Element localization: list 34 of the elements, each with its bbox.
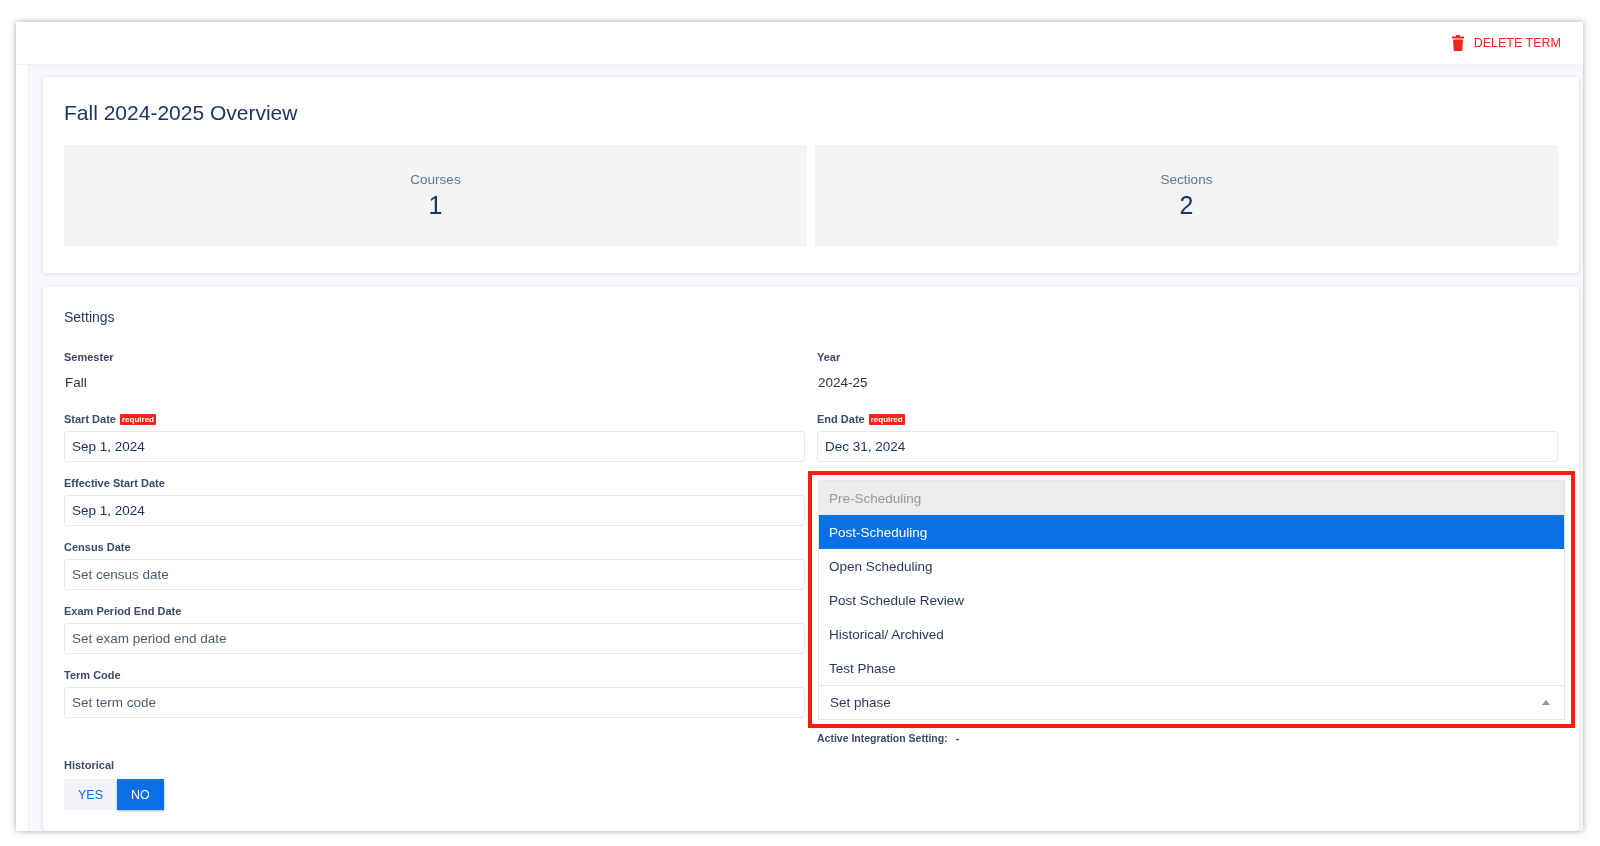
toggle-option[interactable]: NO: [117, 779, 164, 810]
field-label: Term Code: [64, 669, 121, 681]
field-label: Census Date: [64, 541, 131, 553]
required-badge: required: [119, 413, 156, 425]
field-label: Effective Start Date: [64, 477, 165, 489]
field-label: Semester: [64, 351, 114, 363]
phase-select[interactable]: Set phase: [818, 685, 1565, 720]
input-field[interactable]: Set term code: [64, 687, 805, 718]
integration-value: -: [955, 732, 960, 744]
input-field[interactable]: Sep 1, 2024: [64, 495, 805, 526]
field-label: End Date: [817, 413, 865, 425]
stat-value: 1: [428, 190, 443, 220]
field-label: Exam Period End Date: [64, 605, 182, 617]
overview-title: Fall 2024-2025 Overview: [64, 100, 299, 126]
field-label: Year: [817, 351, 841, 363]
field-value: Fall: [64, 374, 88, 392]
input-field[interactable]: Dec 31, 2024: [817, 431, 1558, 462]
integration-label: Active Integration Setting:: [817, 732, 948, 744]
input-field[interactable]: Sep 1, 2024: [64, 431, 805, 462]
input-field[interactable]: Set exam period end date: [64, 623, 805, 654]
required-badge: required: [868, 413, 905, 425]
dropdown-option[interactable]: Post-Scheduling: [819, 515, 1564, 549]
field-label: Historical: [64, 759, 116, 771]
caret-icon: [1542, 700, 1550, 705]
delete-term-button[interactable]: DELETE TERM: [1447, 31, 1565, 55]
settings-title: Settings: [64, 308, 116, 327]
stat-value: 2: [1179, 190, 1194, 220]
toggle-option[interactable]: YES: [64, 779, 117, 810]
trash-icon: [1451, 35, 1464, 51]
field-value: 2024-25: [817, 374, 869, 392]
stat-label: Sections: [1160, 171, 1213, 187]
stat-label: Courses: [410, 171, 461, 187]
field-label: Start Date: [64, 413, 116, 425]
input-field[interactable]: Set census date: [64, 559, 805, 590]
